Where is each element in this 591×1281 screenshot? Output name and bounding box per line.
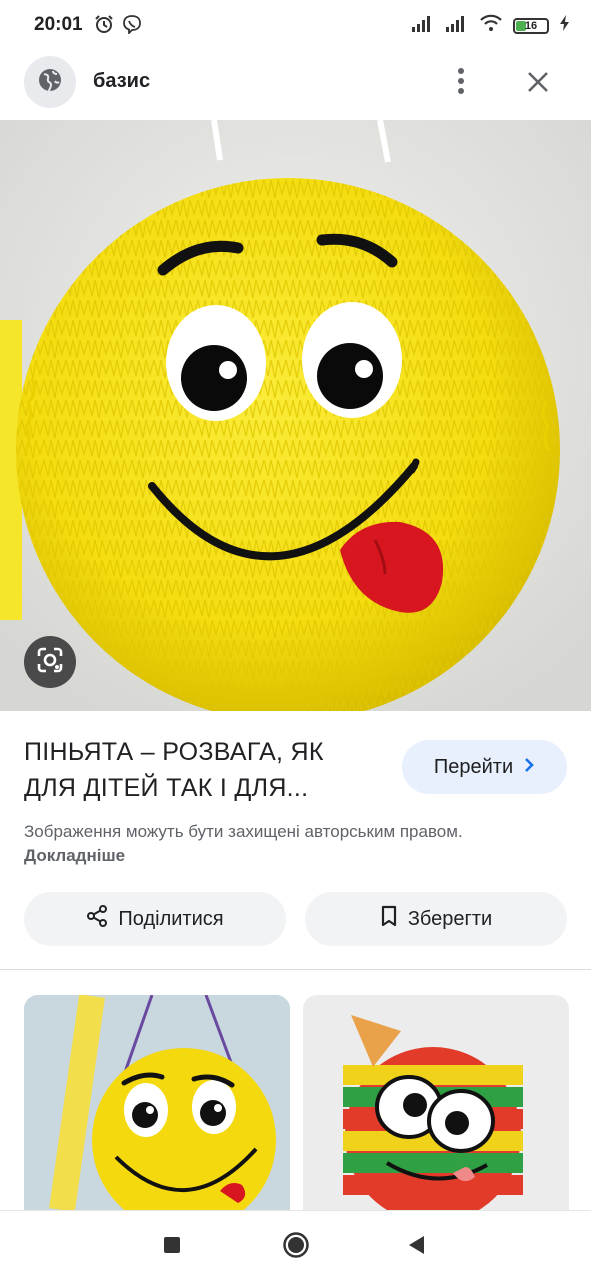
alarm-icon: [94, 14, 114, 39]
copyright-notice: Зображення можуть бути захищені авторськ…: [24, 820, 544, 868]
recents-icon: [162, 1235, 182, 1260]
save-label: Зберегти: [407, 907, 493, 930]
related-image[interactable]: [303, 995, 569, 1211]
learn-more-link[interactable]: Докладніше: [24, 846, 125, 865]
top-bar: базис: [0, 52, 591, 118]
viber-icon: [122, 14, 142, 39]
visit-button[interactable]: Перейти: [402, 740, 567, 794]
charging-icon: [559, 14, 571, 37]
visit-label: Перейти: [433, 755, 514, 778]
back-icon: [406, 1234, 426, 1261]
share-button[interactable]: Поділитися: [24, 892, 286, 946]
save-button[interactable]: Зберегти: [305, 892, 567, 946]
battery-icon: 16: [513, 17, 549, 34]
signal-icon: [411, 14, 435, 37]
battery-level: 16: [524, 19, 538, 32]
related-image[interactable]: [24, 995, 290, 1211]
wifi-icon: [479, 14, 503, 37]
home-icon: [282, 1231, 310, 1264]
google-lens-icon: [35, 645, 65, 680]
share-icon: [86, 905, 108, 933]
bookmark-icon: [380, 905, 398, 933]
site-title[interactable]: базис: [93, 70, 150, 93]
signal-icon: [445, 14, 469, 37]
copyright-text: Зображення можуть бути захищені авторськ…: [24, 822, 463, 841]
status-time: 20:01: [34, 14, 83, 35]
site-favicon[interactable]: [24, 56, 76, 108]
close-icon: [526, 70, 550, 99]
google-lens-button[interactable]: [24, 636, 76, 688]
main-image[interactable]: [0, 120, 591, 711]
chevron-right-icon: [523, 756, 535, 779]
status-bar: 20:01 16: [0, 0, 591, 52]
more-vert-icon: [457, 67, 465, 100]
divider: [0, 969, 591, 970]
result-title[interactable]: ПІНЬЯТА – РОЗВАГА, ЯК ДЛЯ ДІТЕЙ ТАК І ДЛ…: [24, 734, 374, 806]
navigation-bar: [0, 1210, 591, 1281]
more-options-button[interactable]: [448, 66, 474, 100]
globe-icon: [37, 67, 63, 98]
recents-button[interactable]: [156, 1231, 188, 1263]
home-button[interactable]: [280, 1231, 312, 1263]
close-button[interactable]: [520, 66, 556, 102]
share-label: Поділитися: [118, 907, 224, 930]
back-button[interactable]: [400, 1231, 432, 1263]
